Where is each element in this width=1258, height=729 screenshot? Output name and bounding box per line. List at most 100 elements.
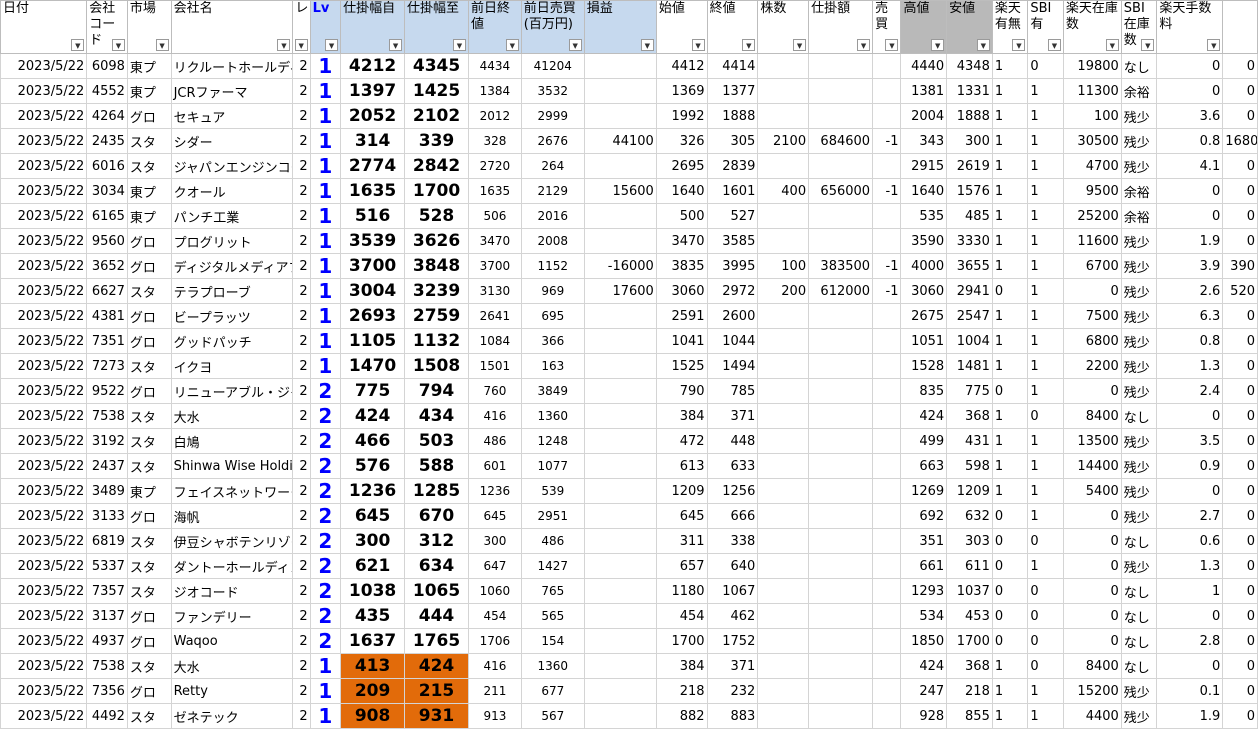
table-cell[interactable]: 1051	[900, 328, 948, 354]
table-cell[interactable]: 3995	[706, 253, 759, 279]
table-cell[interactable]: 2023/5/22	[0, 453, 88, 479]
table-cell[interactable]: グロ	[126, 253, 172, 279]
table-cell[interactable]: 4348	[946, 53, 993, 79]
table-cell[interactable]: 0.8	[1156, 328, 1224, 354]
table-cell[interactable]: 2129	[520, 178, 585, 204]
table-cell[interactable]: 2972	[706, 278, 759, 304]
table-cell[interactable]: 2023/5/22	[0, 153, 88, 179]
table-cell[interactable]: 0	[1222, 228, 1258, 254]
table-cell[interactable]	[757, 578, 810, 604]
table-cell[interactable]: スタ	[126, 403, 172, 429]
table-cell[interactable]	[808, 103, 874, 129]
table-cell[interactable]	[757, 153, 810, 179]
table-cell[interactable]	[583, 378, 657, 404]
table-cell[interactable]: 3700	[340, 253, 406, 279]
table-cell[interactable]: 1	[1027, 203, 1064, 229]
table-cell[interactable]: スタ	[126, 528, 172, 554]
table-cell[interactable]: 残少	[1120, 328, 1158, 354]
table-cell[interactable]	[808, 578, 874, 604]
table-cell[interactable]: 0	[1222, 328, 1258, 354]
table-cell[interactable]: 3.5	[1156, 428, 1224, 454]
table-cell[interactable]: 1640	[900, 178, 948, 204]
table-cell[interactable]: 1369	[655, 78, 708, 104]
table-cell[interactable]: 2052	[340, 103, 406, 129]
filter-dropdown-icon[interactable]: ▼	[389, 39, 403, 51]
filter-dropdown-icon[interactable]: ▼	[793, 39, 807, 51]
table-cell[interactable]: 2	[309, 378, 342, 404]
table-cell[interactable]: 1501	[468, 353, 522, 379]
table-cell[interactable]: 1	[1027, 353, 1064, 379]
table-cell[interactable]: 1680	[1222, 128, 1258, 154]
table-cell[interactable]: 2023/5/22	[0, 528, 88, 554]
table-cell[interactable]: 残少	[1120, 353, 1158, 379]
table-cell[interactable]: 2	[292, 453, 311, 479]
table-cell[interactable]: -1	[872, 278, 902, 304]
table-cell[interactable]: 1850	[900, 628, 948, 654]
table-cell[interactable]: 215	[404, 678, 469, 704]
table-cell[interactable]: 4552	[86, 78, 128, 104]
table-cell[interactable]: 1	[1027, 453, 1064, 479]
table-cell[interactable]: 1	[991, 178, 1029, 204]
table-cell[interactable]: 0	[1222, 528, 1258, 554]
table-cell[interactable]: グロ	[126, 228, 172, 254]
table-cell[interactable]: グロ	[126, 103, 172, 129]
table-cell[interactable]: 2839	[706, 153, 759, 179]
table-cell[interactable]: 588	[404, 453, 469, 479]
table-cell[interactable]: 1	[991, 53, 1029, 79]
table-cell[interactable]: リニューアブル・ジャパン	[170, 378, 294, 404]
table-cell[interactable]: 692	[900, 503, 948, 529]
table-cell[interactable]: 4412	[655, 53, 708, 79]
table-cell[interactable]: 4400	[1062, 703, 1122, 729]
table-cell[interactable]: 残少	[1120, 103, 1158, 129]
table-cell[interactable]: スタ	[126, 578, 172, 604]
table-cell[interactable]: グロ	[126, 628, 172, 654]
table-cell[interactable]: 44100	[583, 128, 657, 154]
table-cell[interactable]: 5400	[1062, 478, 1122, 504]
table-cell[interactable]: 1425	[404, 78, 469, 104]
table-cell[interactable]: 41204	[520, 53, 585, 79]
table-cell[interactable]: 931	[404, 703, 469, 729]
table-cell[interactable]: 1	[1027, 228, 1064, 254]
table-cell[interactable]: 1	[1027, 153, 1064, 179]
table-cell[interactable]: 645	[340, 503, 406, 529]
table-cell[interactable]: 1285	[404, 478, 469, 504]
table-cell[interactable]: 1132	[404, 328, 469, 354]
table-cell[interactable]: -1	[872, 253, 902, 279]
table-cell[interactable]	[583, 478, 657, 504]
table-cell[interactable]: 2023/5/22	[0, 553, 88, 579]
table-cell[interactable]: 612000	[808, 278, 874, 304]
table-cell[interactable]: 634	[404, 553, 469, 579]
table-cell[interactable]	[583, 403, 657, 429]
table-cell[interactable]: 371	[706, 653, 759, 679]
table-cell[interactable]: 1888	[946, 103, 993, 129]
table-cell[interactable]: 621	[340, 553, 406, 579]
table-cell[interactable]	[757, 553, 810, 579]
table-cell[interactable]: -1	[872, 178, 902, 204]
table-cell[interactable]: 760	[468, 378, 522, 404]
table-cell[interactable]	[872, 403, 902, 429]
table-cell[interactable]: 2	[292, 303, 311, 329]
table-cell[interactable]: 413	[340, 653, 406, 679]
table-cell[interactable]: 1700	[655, 628, 708, 654]
filter-dropdown-icon[interactable]: ▼	[155, 39, 169, 51]
table-cell[interactable]: 0	[1222, 178, 1258, 204]
table-cell[interactable]: 645	[468, 503, 522, 529]
table-cell[interactable]: 416	[468, 653, 522, 679]
table-cell[interactable]: グロ	[126, 503, 172, 529]
table-cell[interactable]	[808, 628, 874, 654]
table-cell[interactable]	[757, 528, 810, 554]
table-cell[interactable]: 1	[991, 103, 1029, 129]
table-cell[interactable]: 0	[1222, 603, 1258, 629]
table-cell[interactable]: 535	[900, 203, 948, 229]
table-cell[interactable]: 2023/5/22	[0, 53, 88, 79]
table-cell[interactable]: 2023/5/22	[0, 428, 88, 454]
filter-dropdown-icon[interactable]: ▼	[325, 39, 339, 51]
table-cell[interactable]	[757, 428, 810, 454]
table-cell[interactable]: 2600	[706, 303, 759, 329]
table-cell[interactable]: 1152	[520, 253, 585, 279]
table-cell[interactable]: 633	[706, 453, 759, 479]
filter-dropdown-icon[interactable]: ▼	[857, 39, 871, 51]
table-cell[interactable]: 1	[991, 353, 1029, 379]
table-cell[interactable]: 666	[706, 503, 759, 529]
table-cell[interactable]	[872, 203, 902, 229]
